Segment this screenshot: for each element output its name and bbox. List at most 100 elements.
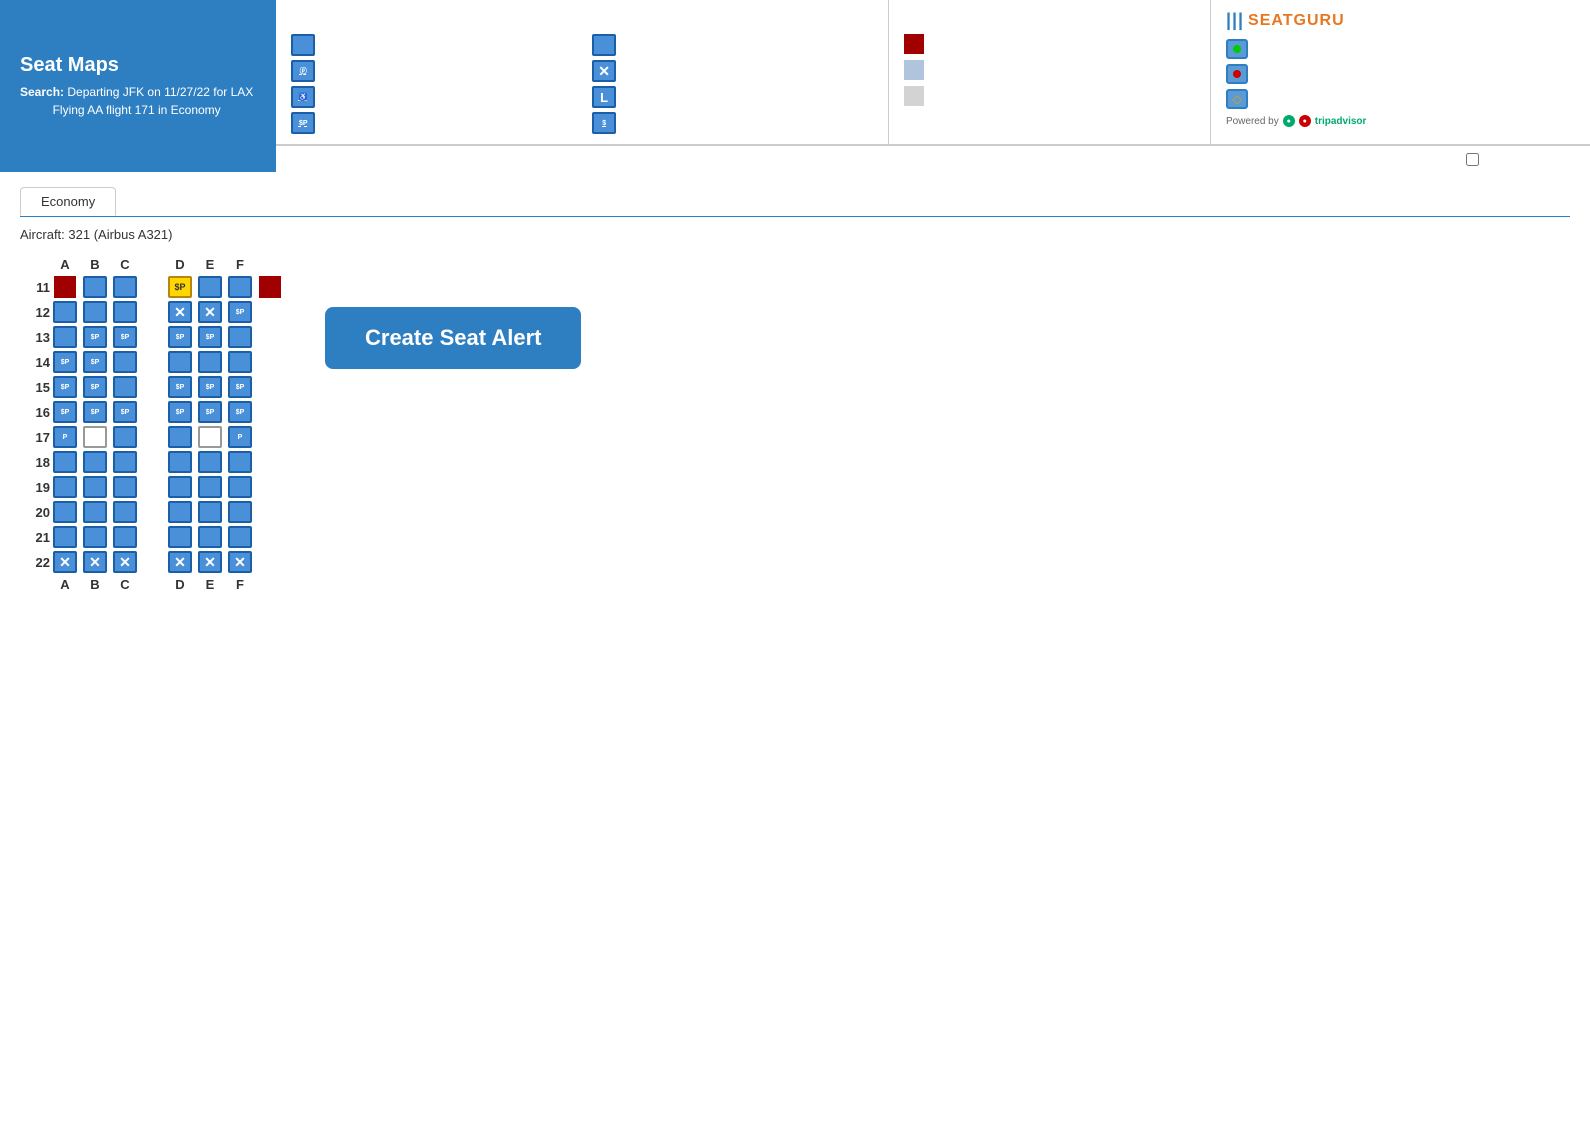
row-num-17: 17 (20, 430, 50, 445)
seat-16a[interactable]: $P (50, 401, 80, 423)
seat-17b[interactable] (80, 426, 110, 448)
seat-21f[interactable] (225, 526, 255, 548)
seat-18c[interactable] (110, 451, 140, 473)
seat-14d[interactable] (165, 351, 195, 373)
seat-11c[interactable] (110, 276, 140, 298)
handicap-icon: ♿ (291, 86, 315, 108)
seat-12c[interactable] (110, 301, 140, 323)
tab-economy[interactable]: Economy (20, 187, 116, 216)
seat-11d[interactable]: $P (165, 276, 195, 298)
seat-22d[interactable]: ✕ (165, 551, 195, 573)
seat-20a[interactable] (50, 501, 80, 523)
seat-20f[interactable] (225, 501, 255, 523)
seat-21d[interactable] (165, 526, 195, 548)
seat-21b[interactable] (80, 526, 110, 548)
seat-16d[interactable]: $P (165, 401, 195, 423)
seat-18f[interactable] (225, 451, 255, 473)
seat-13b[interactable]: $P (80, 326, 110, 348)
seat-17f[interactable]: P (225, 426, 255, 448)
seat-12e[interactable]: ✕ (195, 301, 225, 323)
seat-17c[interactable] (110, 426, 140, 448)
create-seat-alert-button[interactable]: Create Seat Alert (325, 307, 581, 369)
seat-icon-15c (113, 376, 137, 398)
review-mixed: Mixed Review (1226, 89, 1575, 109)
paid-premium-label: Paid & Premium (321, 116, 408, 130)
seat-11a[interactable] (50, 276, 80, 298)
turn-off-popups[interactable]: Turn Off Pop-ups (1466, 152, 1575, 166)
seat-21a[interactable] (50, 526, 80, 548)
seat-14e[interactable] (195, 351, 225, 373)
turn-off-label: Turn Off Pop-ups (1484, 152, 1575, 166)
seat-13e[interactable]: $P (195, 326, 225, 348)
seat-22a[interactable]: ✕ (50, 551, 80, 573)
seat-14a[interactable]: $P (50, 351, 80, 373)
seat-22e[interactable]: ✕ (195, 551, 225, 573)
seat-20b[interactable] (80, 501, 110, 523)
seat-row-13: 13 $P $P $P $P (20, 326, 285, 348)
seat-16e[interactable]: $P (195, 401, 225, 423)
seat-19a[interactable] (50, 476, 80, 498)
row-num-12: 12 (20, 305, 50, 320)
seat-12a[interactable] (50, 301, 80, 323)
seat-15b[interactable]: $P (80, 376, 110, 398)
seat-icon-17e (198, 426, 222, 448)
seat-16f[interactable]: $P (225, 401, 255, 423)
seat-12d[interactable]: ✕ (165, 301, 195, 323)
seat-20e[interactable] (195, 501, 225, 523)
seat-18e[interactable] (195, 451, 225, 473)
seat-19d[interactable] (165, 476, 195, 498)
seat-icon-16f: $P (228, 401, 252, 423)
legend-footer: For seat specific comments on this aircr… (276, 145, 1590, 172)
exit-label: Exit Row (932, 37, 979, 51)
seat-19c[interactable] (110, 476, 140, 498)
seat-15c[interactable] (110, 376, 140, 398)
seat-15f[interactable]: $P (225, 376, 255, 398)
seat-19f[interactable] (225, 476, 255, 498)
seat-13a[interactable] (50, 326, 80, 348)
seat-18b[interactable] (80, 451, 110, 473)
seat-11e[interactable] (195, 276, 225, 298)
seat-11b[interactable] (80, 276, 110, 298)
seat-13f[interactable] (225, 326, 255, 348)
guru-name: SEATGURU (1248, 12, 1345, 30)
seat-22c[interactable]: ✕ (110, 551, 140, 573)
seat-icon-11c (113, 276, 137, 298)
seat-19e[interactable] (195, 476, 225, 498)
seat-15e[interactable]: $P (195, 376, 225, 398)
seat-12f[interactable]: $P (225, 301, 255, 323)
seat-19b[interactable] (80, 476, 110, 498)
seat-icon-14b: $P (83, 351, 107, 373)
seat-12b[interactable] (80, 301, 110, 323)
paid-premium-icon: $P (291, 112, 315, 134)
seat-17e[interactable] (195, 426, 225, 448)
legend-premium: ⓟ Premium Only (291, 60, 572, 82)
seat-16b[interactable]: $P (80, 401, 110, 423)
seat-14f[interactable] (225, 351, 255, 373)
seat-18d[interactable] (165, 451, 195, 473)
seat-17d[interactable] (165, 426, 195, 448)
seat-15a[interactable]: $P (50, 376, 80, 398)
seat-20c[interactable] (110, 501, 140, 523)
seat-21c[interactable] (110, 526, 140, 548)
seat-13c[interactable]: $P (110, 326, 140, 348)
seat-20d[interactable] (165, 501, 195, 523)
turn-off-checkbox[interactable] (1466, 153, 1479, 166)
seat-22f[interactable]: ✕ (225, 551, 255, 573)
seat-22b[interactable]: ✕ (80, 551, 110, 573)
row-num-13: 13 (20, 330, 50, 345)
seat-map-container: A B C D E F 11 $P (20, 257, 1570, 596)
seat-14c[interactable] (110, 351, 140, 373)
seat-15d[interactable]: $P (165, 376, 195, 398)
seat-icon-13f (228, 326, 252, 348)
seat-16c[interactable]: $P (110, 401, 140, 423)
seat-row-19: 19 (20, 476, 285, 498)
seat-18a[interactable] (50, 451, 80, 473)
guru-star: * (1577, 8, 1582, 22)
seat-14b[interactable]: $P (80, 351, 110, 373)
exit-icon (904, 34, 924, 54)
seat-11f[interactable] (225, 276, 255, 298)
seat-13d[interactable]: $P (165, 326, 195, 348)
seat-17a[interactable]: P (50, 426, 80, 448)
row-num-15: 15 (20, 380, 50, 395)
seat-21e[interactable] (195, 526, 225, 548)
